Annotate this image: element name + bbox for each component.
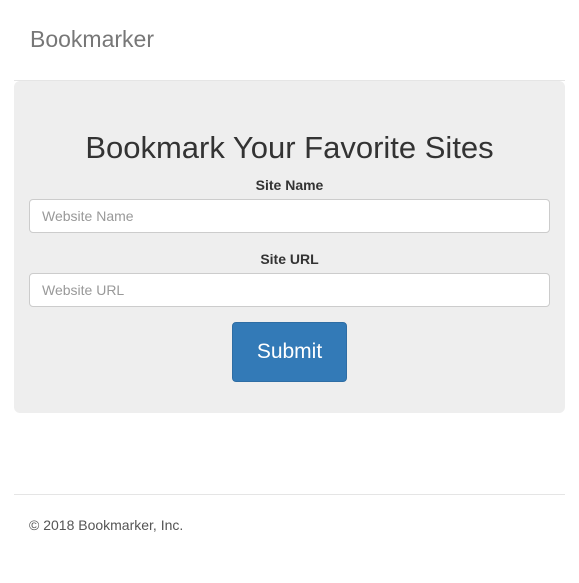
page-title: Bookmark Your Favorite Sites — [85, 130, 494, 165]
brand-title: Bookmarker — [30, 26, 154, 52]
submit-button[interactable]: Submit — [232, 322, 347, 382]
site-name-input[interactable] — [29, 199, 550, 233]
site-name-label: Site Name — [255, 177, 324, 193]
site-url-input[interactable] — [29, 273, 550, 307]
header: Bookmarker — [14, 0, 565, 81]
footer: © 2018 Bookmarker, Inc. — [14, 494, 565, 554]
bookmark-form-panel: Bookmark Your Favorite Sites Site Name S… — [14, 81, 565, 413]
copyright-text: © 2018 Bookmarker, Inc. — [29, 517, 184, 533]
site-url-label: Site URL — [260, 251, 319, 267]
